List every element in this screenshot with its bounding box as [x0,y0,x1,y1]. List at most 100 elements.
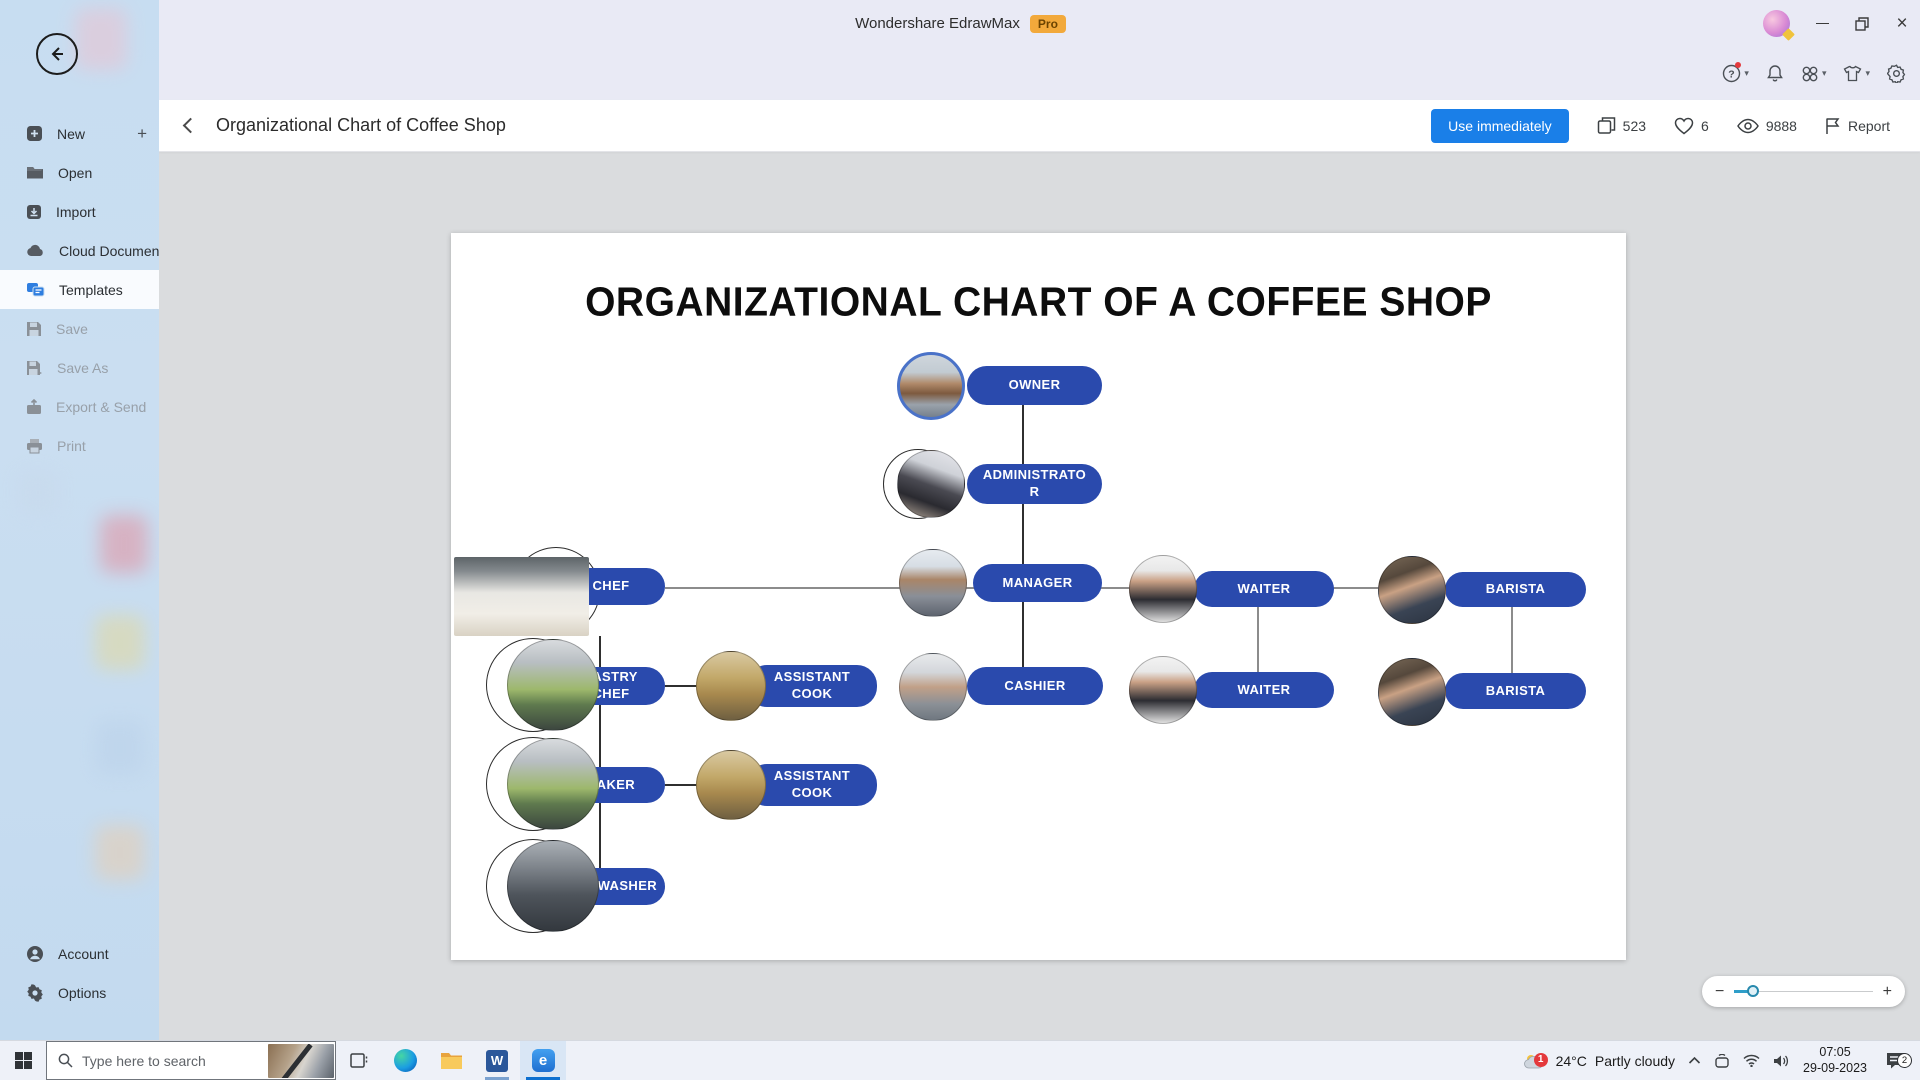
sidebar-item-templates[interactable]: Templates [0,270,159,309]
save-as-icon [26,360,43,376]
sidebar-item-label: Account [58,946,109,962]
apps-menu[interactable]: ▾ [1801,65,1827,83]
clock-date: 29-09-2023 [1803,1061,1867,1077]
sidebar-blur-thumbnail [95,720,145,775]
edrawmax-icon: e [532,1049,555,1072]
close-button[interactable]: × [1894,16,1910,32]
likes-count: 6 [1701,118,1709,134]
sidebar-item-options[interactable]: Options [0,973,159,1012]
sidebar-item-open[interactable]: Open [0,153,159,192]
arrow-left-icon [47,44,67,64]
account-icon [26,945,44,963]
print-icon [26,438,43,454]
assistant-cook-photo [696,651,766,721]
search-icon [58,1053,73,1068]
taskbar-edrawmax[interactable]: e [520,1041,566,1080]
copies-icon [1597,116,1616,135]
taskbar-file-explorer[interactable] [428,1041,474,1080]
diagram-page: ORGANIZATIONAL CHART OF A COFFEE SHOP OW… [451,233,1626,960]
sidebar-item-new[interactable]: New + [0,114,159,153]
volume-icon[interactable] [1773,1054,1790,1068]
template-preview-canvas: ORGANIZATIONAL CHART OF A COFFEE SHOP OW… [159,152,1920,1040]
gear-icon [26,984,44,1002]
org-node-waiter-1: WAITER [1194,571,1334,607]
titlebar-center: Wondershare EdrawMax Pro [159,0,1762,47]
start-button[interactable] [0,1041,46,1080]
use-immediately-button[interactable]: Use immediately [1431,109,1568,143]
template-title: Organizational Chart of Coffee Shop [216,115,506,136]
tray-device-icon[interactable] [1714,1054,1730,1068]
sidebar-blur-thumbnail [100,515,148,573]
search-highlight-image[interactable] [268,1044,334,1078]
baker-photo [507,738,599,830]
connector-line [665,685,698,687]
window-controls: × [1763,0,1910,47]
zoom-out-button[interactable]: − [1715,984,1724,1000]
windows-taskbar: W e 1 24°C Partly cloudy 07:05 29-09-202… [0,1040,1920,1080]
sidebar-item-label: Print [57,438,86,454]
task-view-button[interactable] [336,1041,382,1080]
new-plus-button[interactable]: + [137,124,147,144]
taskbar-edge[interactable] [382,1041,428,1080]
sidebar-item-label: Save [56,321,88,337]
quick-icon-row: ? ▾ ▾ ▾ [159,47,1920,100]
eye-icon [1737,118,1759,134]
user-avatar[interactable] [1763,10,1790,37]
tray-expand-chevron[interactable] [1688,1056,1701,1065]
copies-count: 523 [1623,118,1646,134]
cloud-icon [26,244,45,257]
chart-title: ORGANIZATIONAL CHART OF A COFFEE SHOP [451,280,1626,326]
org-node-cashier: CASHIER [967,667,1103,705]
maximize-button[interactable] [1854,16,1870,32]
pro-badge: Pro [1030,15,1066,33]
sidebar-item-save[interactable]: Save [0,309,159,348]
task-view-icon [350,1052,369,1069]
sidebar-bottom: Account Options [0,934,159,1012]
sidebar-item-save-as[interactable]: Save As [0,348,159,387]
cashier-photo [899,653,967,721]
taskbar-search[interactable] [46,1041,336,1080]
weather-widget[interactable]: 1 24°C Partly cloudy [1518,1051,1675,1071]
sidebar-item-cloud-documents[interactable]: Cloud Documents [0,231,159,270]
sidebar-item-label: Cloud Documents [59,243,159,259]
zoom-control: − + [1702,976,1905,1007]
likes-stat[interactable]: 6 [1674,117,1709,135]
manager-photo [899,549,967,617]
back-chevron-button[interactable] [183,118,199,134]
help-menu[interactable]: ? ▾ [1722,64,1749,83]
restore-icon [1855,17,1869,31]
sidebar-item-export-send[interactable]: Export & Send [0,387,159,426]
sidebar-item-import[interactable]: Import [0,192,159,231]
sidebar-item-label: Templates [59,282,123,298]
sidebar-item-print[interactable]: Print [0,426,159,465]
notifications-button[interactable] [1766,64,1784,83]
sidebar: New + Open Import Cloud Documents Templa… [0,0,159,1040]
zoom-slider[interactable] [1734,991,1872,993]
back-button[interactable] [36,33,78,75]
sidebar-item-label: Save As [57,360,108,376]
pastry-chef-photo [507,639,599,731]
save-icon [26,321,42,337]
weather-description: Partly cloudy [1595,1053,1675,1069]
app-title: Wondershare EdrawMax [855,15,1020,32]
settings-button[interactable] [1887,64,1906,83]
wifi-icon[interactable] [1743,1054,1760,1067]
taskbar-right: 1 24°C Partly cloudy 07:05 29-09-2023 2 [1518,1041,1920,1080]
flag-icon [1825,117,1841,135]
theme-menu[interactable]: ▾ [1843,65,1870,82]
apps-grid-icon [1801,65,1819,83]
taskbar-word[interactable]: W [474,1041,520,1080]
taskbar-clock[interactable]: 07:05 29-09-2023 [1803,1045,1867,1076]
gear-icon [1887,64,1906,83]
zoom-slider-handle[interactable] [1747,985,1759,997]
action-center-button[interactable]: 2 [1880,1052,1910,1069]
template-header: Organizational Chart of Coffee Shop Use … [159,100,1920,152]
sidebar-blur-thumbnail [95,615,145,670]
assistant-cook-photo [696,750,766,820]
copies-stat[interactable]: 523 [1597,116,1646,135]
chevron-down-icon: ▾ [1822,68,1827,79]
zoom-in-button[interactable]: + [1883,984,1892,1000]
report-button[interactable]: Report [1825,117,1890,135]
sidebar-item-account[interactable]: Account [0,934,159,973]
minimize-button[interactable] [1814,16,1830,32]
